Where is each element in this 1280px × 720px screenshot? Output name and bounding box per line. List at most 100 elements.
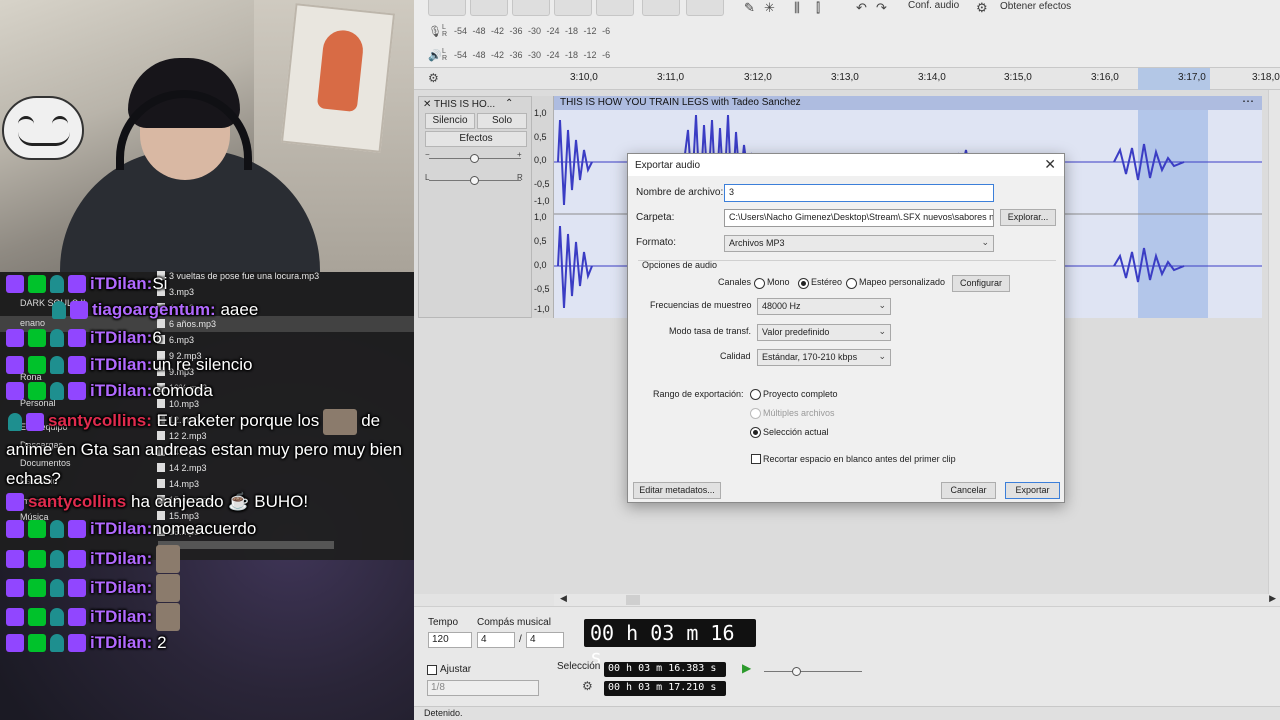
solo-button[interactable]: Solo <box>477 113 527 129</box>
chat-username[interactable]: santycollins: <box>48 411 152 430</box>
current-selection-label[interactable]: Selección actual <box>763 427 829 437</box>
loop-button[interactable] <box>512 0 550 16</box>
effects-button[interactable]: Efectos <box>425 131 527 147</box>
tool-button-2[interactable] <box>686 0 724 16</box>
custom-mapping-label[interactable]: Mapeo personalizado <box>859 277 945 287</box>
mono-radio[interactable] <box>754 278 765 289</box>
trim-blank-label[interactable]: Recortar espacio en blanco antes del pri… <box>763 454 956 464</box>
chat-username[interactable]: iTDilan: <box>90 549 152 569</box>
multi-tool-icon[interactable]: ✳ <box>764 0 775 16</box>
playback-speed-track[interactable] <box>764 671 862 672</box>
timeline-ruler[interactable]: ⚙ 3:10,0 3:11,0 3:12,0 3:13,0 3:14,0 3:1… <box>414 68 1280 90</box>
chat-username[interactable]: iTDilan: <box>90 355 152 375</box>
tempo-input[interactable]: 120 <box>428 632 472 648</box>
filename-input[interactable]: 3 <box>724 184 994 202</box>
viewer-badge-icon <box>50 520 64 538</box>
chat-username[interactable]: tiagoargentum: <box>92 300 216 320</box>
chat-username[interactable]: iTDilan: <box>90 381 152 401</box>
play-button[interactable] <box>470 0 508 16</box>
sub-badge-icon <box>6 382 24 400</box>
time-signature-denominator[interactable]: 4 <box>526 632 564 648</box>
redo-icon[interactable]: ↷ <box>876 0 887 16</box>
skip-start-button[interactable] <box>428 0 466 16</box>
pencil-icon[interactable]: ✎ <box>744 0 755 16</box>
chat-username[interactable]: iTDilan: <box>90 328 152 348</box>
record-button[interactable] <box>596 0 634 16</box>
undo-icon[interactable]: ↶ <box>856 0 867 16</box>
trim-blank-checkbox[interactable] <box>751 454 761 464</box>
time-signature-numerator[interactable]: 4 <box>477 632 515 648</box>
close-track-icon[interactable]: ✕ <box>423 99 431 110</box>
scale-label: 0,5 <box>534 236 547 246</box>
mod-badge-icon <box>28 520 46 538</box>
stereo-radio[interactable] <box>798 278 809 289</box>
edit-metadata-button[interactable]: Editar metadatos... <box>633 482 721 499</box>
skip-end-button[interactable] <box>554 0 592 16</box>
chat-username[interactable]: iTDilan: <box>90 274 152 294</box>
timeline-settings-icon[interactable]: ⚙ <box>428 71 439 85</box>
browse-button[interactable]: Explorar... <box>1000 209 1056 226</box>
selection-end[interactable]: 00 h 03 m 17.210 s <box>604 681 726 696</box>
stereo-label[interactable]: Estéreo <box>811 277 842 287</box>
playback-speed-knob[interactable] <box>792 667 801 676</box>
channel-lr-label: LR <box>442 48 448 62</box>
vertical-scrollbar[interactable] <box>1268 90 1280 594</box>
gain-slider-knob[interactable] <box>470 154 479 163</box>
time-display[interactable]: 00 h 03 m 16 s <box>584 619 756 669</box>
selection-start[interactable]: 00 h 03 m 16.383 s <box>604 662 726 677</box>
full-project-radio[interactable] <box>750 389 761 400</box>
file-item[interactable]: 6.mp3 <box>157 335 194 345</box>
cancel-button[interactable]: Cancelar <box>941 482 996 499</box>
selection-settings-icon[interactable]: ⚙ <box>582 679 593 693</box>
troll-eye-left <box>18 116 34 124</box>
get-effects-button[interactable]: Obtener efectos <box>1000 1 1071 12</box>
trim-icon[interactable]: ⫼ <box>794 0 800 16</box>
full-project-label[interactable]: Proyecto completo <box>763 389 838 399</box>
quality-select[interactable]: Estándar, 170-210 kbps ⌄ <box>757 349 891 366</box>
scroll-left-icon[interactable]: ◀ <box>560 593 567 604</box>
chat-username[interactable]: iTDilan: <box>90 519 152 539</box>
mono-label[interactable]: Mono <box>767 277 790 287</box>
chat-text: nomeacuerdo <box>152 519 257 538</box>
track-name-bar[interactable]: ✕ THIS IS HO... ⌃ <box>419 97 533 113</box>
export-button[interactable]: Exportar <box>1005 482 1060 499</box>
chat-username[interactable]: iTDilan: <box>90 633 152 653</box>
custom-mapping-radio[interactable] <box>846 278 857 289</box>
configure-button[interactable]: Configurar <box>952 275 1010 292</box>
explorer-scrollbar[interactable] <box>158 541 334 549</box>
silence-icon[interactable]: ⫿ <box>816 0 820 16</box>
snap-select[interactable]: 1/8 <box>427 680 539 696</box>
chat-username[interactable]: iTDilan: <box>90 578 152 598</box>
mute-button[interactable]: Silencio <box>425 113 475 129</box>
horizontal-scrollbar[interactable]: ◀ ▶ <box>554 593 1280 606</box>
clip-title-bar[interactable]: THIS IS HOW YOU TRAIN LEGS with Tadeo Sa… <box>554 94 1262 110</box>
chat-username[interactable]: iTDilan: <box>90 607 152 627</box>
snap-checkbox[interactable] <box>427 665 437 675</box>
tool-button[interactable] <box>642 0 680 16</box>
ruler-tick: 3:11,0 <box>657 72 685 83</box>
chat-message: iTDilan: <box>6 574 184 602</box>
sample-rate-select[interactable]: 48000 Hz ⌄ <box>757 298 891 315</box>
file-item[interactable]: 6 años.mp3 <box>157 319 216 329</box>
scroll-thumb[interactable] <box>626 595 640 605</box>
playback-meter[interactable]: 🔊 LR -54 -48 -42 -36 -30 -24 -18 -12 -6 <box>428 48 610 62</box>
multiple-files-label: Múltiples archivos <box>763 408 835 418</box>
collapse-track-icon[interactable]: ⌃ <box>505 98 513 109</box>
clip-menu-icon[interactable]: ⋯ <box>1242 94 1254 108</box>
record-meter[interactable]: 🎙 LR -54 -48 -42 -36 -30 -24 -18 -12 -6 <box>428 24 610 38</box>
file-item[interactable]: 3 vueltas de pose fue una locura.mp3 <box>157 271 319 281</box>
chat-username[interactable]: santycollins <box>28 492 126 512</box>
ruler-tick: 3:14,0 <box>918 72 946 83</box>
bitrate-mode-select[interactable]: Valor predefinido ⌄ <box>757 324 891 341</box>
bitrate-mode-label: Modo tasa de transf. <box>669 326 752 336</box>
scale-label: 0,0 <box>534 155 547 165</box>
close-icon[interactable]: ✕ <box>1044 156 1056 173</box>
play-at-speed-icon[interactable]: ▶ <box>742 661 751 675</box>
audio-setup-button[interactable]: Conf. audio <box>908 0 959 11</box>
current-selection-radio[interactable] <box>750 427 761 438</box>
format-select[interactable]: Archivos MP3 ⌄ <box>724 235 994 252</box>
track-control-panel[interactable]: ✕ THIS IS HO... ⌃ Silencio Solo Efectos … <box>418 96 532 318</box>
scroll-right-icon[interactable]: ▶ <box>1269 593 1276 604</box>
pan-slider-knob[interactable] <box>470 176 479 185</box>
folder-input[interactable]: C:\Users\Nacho Gimenez\Desktop\Stream\.S… <box>724 209 994 227</box>
